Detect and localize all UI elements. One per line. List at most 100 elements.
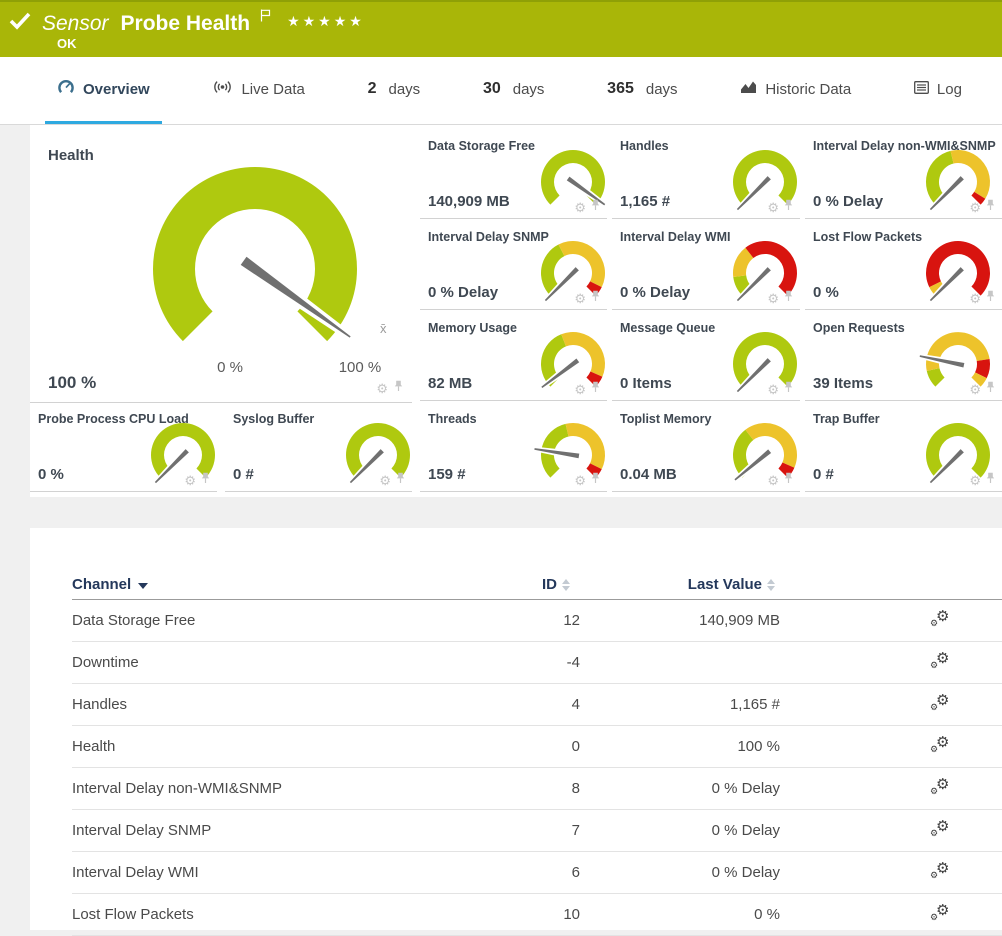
- channel-name: Health: [72, 726, 115, 767]
- channel-name: Interval Delay SNMP: [72, 810, 211, 851]
- gauge-title: Lost Flow Packets: [813, 230, 922, 244]
- gauge-value: 0 % Delay: [428, 284, 498, 301]
- channel-name: Handles: [72, 684, 127, 725]
- gauge-card-probe-process-cpu-load[interactable]: Probe Process CPU Load0 %⚙: [30, 406, 217, 492]
- channel-settings-gears-icon[interactable]: ⚙⚙: [930, 857, 952, 887]
- gauge-card-data-storage-free[interactable]: Data Storage Free140,909 MB⚙: [420, 133, 607, 219]
- gauge-card-interval-delay-snmp[interactable]: Interval Delay SNMP0 % Delay⚙: [420, 224, 607, 310]
- channel-settings-gears-icon[interactable]: ⚙⚙: [930, 773, 952, 803]
- gauge-icon: [57, 79, 75, 99]
- table-row: Interval Delay WMI60 % Delay⚙⚙: [72, 852, 1002, 894]
- gauge-card-lost-flow-packets[interactable]: Lost Flow Packets0 %⚙: [805, 224, 1002, 310]
- gauge-card-message-queue[interactable]: Message Queue0 Items⚙: [612, 315, 800, 401]
- pin-icon[interactable]: [590, 289, 601, 307]
- gauge-card-syslog-buffer[interactable]: Syslog Buffer 0 # ⚙: [225, 406, 412, 492]
- gauge-title: Handles: [620, 139, 669, 153]
- tab-live-data[interactable]: Live Data: [200, 57, 316, 124]
- gear-icon[interactable]: ⚙: [969, 474, 981, 487]
- gear-icon[interactable]: ⚙: [574, 383, 586, 396]
- column-header-channel[interactable]: Channel: [72, 576, 148, 593]
- column-header-id[interactable]: ID: [460, 576, 570, 593]
- sort-desc-icon: [138, 583, 148, 589]
- channel-last-value: 100 %: [737, 726, 780, 767]
- channel-settings-gears-icon[interactable]: ⚙⚙: [930, 647, 952, 677]
- gear-icon[interactable]: ⚙: [376, 382, 388, 395]
- gauge-dial: [722, 323, 808, 403]
- column-header-last-value[interactable]: Last Value: [630, 576, 775, 593]
- channel-settings-gears-icon[interactable]: ⚙⚙: [930, 689, 952, 719]
- gear-icon[interactable]: ⚙: [767, 292, 779, 305]
- channel-settings-gears-icon[interactable]: ⚙⚙: [930, 731, 952, 761]
- gear-icon[interactable]: ⚙: [767, 383, 779, 396]
- gauge-value: 39 Items: [813, 375, 873, 392]
- gauge-title: Health: [48, 147, 94, 164]
- gear-icon[interactable]: ⚙: [767, 201, 779, 214]
- gauge-title: Data Storage Free: [428, 139, 535, 153]
- flag-icon[interactable]: [260, 9, 271, 27]
- gauge-value: 1,165 #: [620, 193, 670, 210]
- pin-icon[interactable]: [783, 471, 794, 489]
- pin-icon[interactable]: [200, 471, 211, 489]
- pin-icon[interactable]: [985, 471, 996, 489]
- pin-icon[interactable]: [393, 379, 404, 397]
- sensor-kind-label: Sensor: [42, 12, 109, 36]
- page-title: Probe Health: [121, 12, 251, 36]
- channel-name: Interval Delay WMI: [72, 852, 199, 893]
- gauge-card-interval-delay-wmi[interactable]: Interval Delay WMI0 % Delay⚙: [612, 224, 800, 310]
- health-gauge-dial: [110, 149, 410, 389]
- table-row: Interval Delay SNMP70 % Delay⚙⚙: [72, 810, 1002, 852]
- tab-2-days[interactable]: 2days: [356, 57, 433, 124]
- log-icon: [914, 81, 929, 98]
- tab-label: Live Data: [241, 81, 304, 98]
- gear-icon[interactable]: ⚙: [969, 201, 981, 214]
- gauge-dial: [530, 323, 616, 403]
- priority-stars[interactable]: ★★★★★: [287, 13, 365, 30]
- tab-log[interactable]: Log: [902, 57, 974, 124]
- pin-icon[interactable]: [985, 289, 996, 307]
- gauge-card-health[interactable]: Health x̄ 0 % 100 % 100 % ⚙: [30, 133, 412, 403]
- gauge-card-handles[interactable]: Handles 1,165 # ⚙: [612, 133, 800, 219]
- pin-icon[interactable]: [985, 380, 996, 398]
- gauge-card-interval-delay-non-wmi-snmp[interactable]: Interval Delay non-WMI&SNMP0 % Delay⚙: [805, 133, 1002, 219]
- pin-icon[interactable]: [783, 289, 794, 307]
- pin-icon[interactable]: [590, 198, 601, 216]
- channel-id: 7: [572, 810, 580, 851]
- gauge-value: 159 #: [428, 466, 466, 483]
- tab-365-days[interactable]: 365days: [595, 57, 689, 124]
- pin-icon[interactable]: [783, 380, 794, 398]
- gauge-value: 0 #: [233, 466, 254, 483]
- tab-30-days[interactable]: 30days: [471, 57, 556, 124]
- gear-icon[interactable]: ⚙: [767, 474, 779, 487]
- pin-icon[interactable]: [985, 198, 996, 216]
- tab-overview[interactable]: Overview: [45, 57, 162, 124]
- gauge-card-toplist-memory[interactable]: Toplist Memory0.04 MB⚙: [612, 406, 800, 492]
- pin-icon[interactable]: [590, 380, 601, 398]
- channel-settings-gears-icon[interactable]: ⚙⚙: [930, 899, 952, 929]
- gauge-card-threads[interactable]: Threads159 #⚙: [420, 406, 607, 492]
- gauge-title: Toplist Memory: [620, 412, 711, 426]
- gear-icon[interactable]: ⚙: [574, 474, 586, 487]
- gauge-dial: [335, 414, 421, 494]
- gear-icon[interactable]: ⚙: [574, 201, 586, 214]
- gauge-card-trap-buffer[interactable]: Trap Buffer0 #⚙: [805, 406, 1002, 492]
- gauge-card-memory-usage[interactable]: Memory Usage82 MB⚙: [420, 315, 607, 401]
- tab-historic-data[interactable]: Historic Data: [728, 57, 863, 124]
- table-row: Data Storage Free12140,909 MB⚙⚙: [72, 600, 1002, 642]
- channel-last-value: 0 %: [754, 894, 780, 935]
- pin-icon[interactable]: [395, 471, 406, 489]
- table-row: Handles41,165 #⚙⚙: [72, 684, 1002, 726]
- gear-icon[interactable]: ⚙: [379, 474, 391, 487]
- gauge-card-open-requests[interactable]: Open Requests39 Items⚙: [805, 315, 1002, 401]
- gear-icon[interactable]: ⚙: [969, 292, 981, 305]
- gauge-title: Syslog Buffer: [233, 412, 314, 426]
- pin-icon[interactable]: [783, 198, 794, 216]
- tab-number: 365: [607, 80, 634, 98]
- channel-settings-gears-icon[interactable]: ⚙⚙: [930, 605, 952, 635]
- channel-id: 12: [563, 600, 580, 641]
- pin-icon[interactable]: [590, 471, 601, 489]
- status-badge: OK: [57, 36, 77, 51]
- channel-settings-gears-icon[interactable]: ⚙⚙: [930, 815, 952, 845]
- gear-icon[interactable]: ⚙: [969, 383, 981, 396]
- gear-icon[interactable]: ⚙: [184, 474, 196, 487]
- gear-icon[interactable]: ⚙: [574, 292, 586, 305]
